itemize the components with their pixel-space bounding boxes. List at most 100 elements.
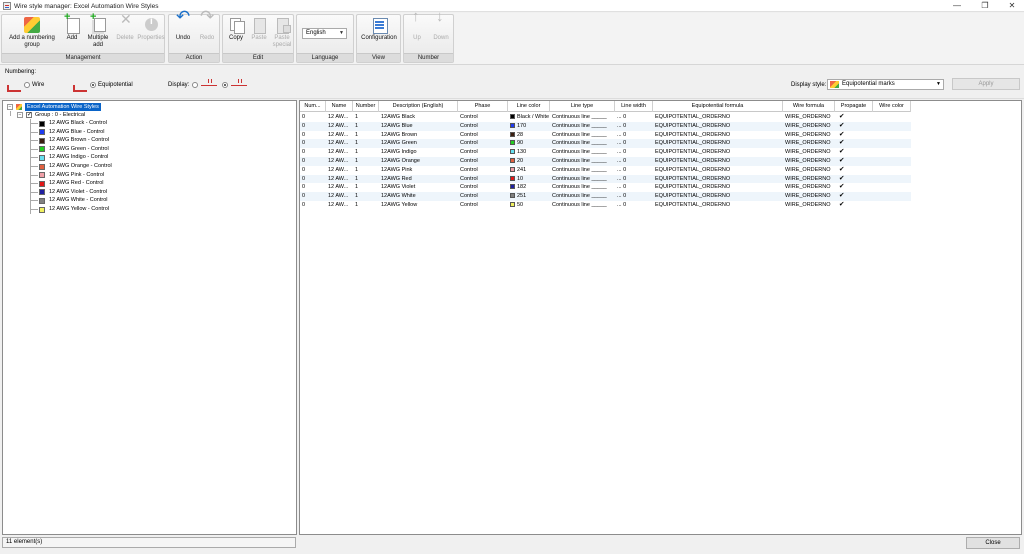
tree-item-label[interactable]: 12 AWG Orange - Control — [49, 162, 112, 170]
table-row[interactable]: 0 12 AW... 1 12AWG Indigo Control 130 Continuo… — [300, 148, 911, 157]
propagate-checkbox[interactable]: ✔ — [837, 192, 844, 199]
multiple-add-button[interactable]: Multiple add — [84, 14, 112, 48]
tree-item-label[interactable]: 12 AWG Violet - Control — [49, 188, 107, 196]
minimize-button[interactable]: — — [944, 0, 970, 12]
grid-cell: Control — [460, 166, 478, 173]
up-button[interactable]: Up — [407, 14, 427, 42]
table-row[interactable]: 0 12 AW... 1 12AWG White Control 251 Continuou… — [300, 192, 911, 201]
propagate-checkbox[interactable]: ✔ — [837, 122, 844, 129]
propagate-checkbox[interactable]: ✔ — [837, 201, 844, 208]
tree-root-label[interactable]: Excel Automation Wire Styles — [25, 103, 101, 111]
tree-group-label[interactable]: Group : 0 - Electrical — [35, 111, 85, 119]
grid-cell: Control — [460, 193, 478, 200]
wire-color-swatch — [39, 154, 45, 161]
equipotential-radio[interactable] — [90, 82, 96, 88]
grid-header-cell[interactable]: Wire formula — [783, 101, 835, 112]
configuration-button[interactable]: Configuration — [358, 17, 400, 42]
propagate-checkbox[interactable]: ✔ — [837, 157, 844, 164]
restore-button[interactable]: ❐ — [972, 0, 998, 12]
table-row[interactable]: 0 12 AW... 1 12AWG Yellow Control 50 Continuou… — [300, 201, 911, 210]
line-color-swatch — [510, 149, 515, 155]
grid-header-cell[interactable]: Num... — [300, 101, 326, 112]
grid-header-cell[interactable]: Phase — [458, 101, 508, 112]
add-button[interactable]: Add — [61, 14, 83, 42]
tree-item-label[interactable]: 12 AWG Green - Control — [49, 145, 109, 153]
grid-cell: 241 — [508, 166, 550, 175]
table-row[interactable]: 0 12 AW... 1 12AWG Green Control 90 Continuous… — [300, 139, 911, 149]
grid-header-cell[interactable]: Wire color — [873, 101, 911, 112]
language-group: English ▼ Language — [296, 14, 354, 63]
table-row[interactable]: 0 12 AW... 1 12AWG Black Control Black / Whit… — [300, 113, 911, 122]
grid-header-cell[interactable]: Line type — [550, 101, 615, 112]
grid-cell: 170 — [508, 122, 550, 131]
propagate-checkbox[interactable]: ✔ — [837, 139, 844, 146]
grid-header-cell[interactable]: Propagate — [835, 101, 873, 112]
paste-button[interactable]: Paste — [248, 17, 270, 42]
table-row[interactable]: 0 12 AW... 1 12AWG Orange Control 20 Continuou… — [300, 156, 911, 166]
grid-header-cell[interactable]: Line width — [615, 101, 653, 112]
grid-header-cell[interactable]: Line color — [508, 101, 550, 112]
arrow-up-icon — [409, 14, 425, 33]
properties-button[interactable]: Properties — [137, 17, 165, 42]
copy-button[interactable]: Copy — [225, 17, 247, 42]
grid-header-cell[interactable]: Description (English) — [379, 101, 458, 112]
tree-item-label[interactable]: 12 AWG Blue - Control — [49, 128, 104, 136]
close-button[interactable]: Close — [966, 537, 1020, 549]
close-window-button[interactable]: ✕ — [999, 0, 1024, 12]
grid-cell: 12 AW... — [328, 193, 349, 200]
tree-item-label[interactable]: 12 AWG Pink - Control — [49, 171, 104, 179]
table-row[interactable]: 0 12 AW... 1 12AWG Violet Control 182 Continuo… — [300, 183, 911, 192]
grid-cell — [873, 139, 911, 148]
multiple-add-icon — [90, 14, 106, 33]
wire-numbering-icon — [6, 78, 22, 92]
display-option-2-icon — [231, 79, 247, 88]
grid-cell — [873, 175, 911, 184]
undo-icon — [175, 14, 191, 33]
language-dropdown[interactable]: English ▼ — [302, 28, 347, 39]
propagate-checkbox[interactable]: ✔ — [837, 148, 844, 155]
display-option-2-radio[interactable] — [222, 82, 228, 88]
down-button[interactable]: Down — [430, 14, 452, 42]
table-row[interactable]: 0 12 AW... 1 12AWG Blue Control 170 Continuous… — [300, 121, 911, 131]
line-color-value: 28 — [517, 131, 524, 138]
propagate-checkbox[interactable]: ✔ — [837, 113, 844, 120]
grid-header-cell[interactable]: Equipotential formula — [653, 101, 783, 112]
propagate-checkbox[interactable]: ✔ — [837, 175, 844, 182]
grid-cell: ... 0 — [617, 131, 627, 138]
delete-button[interactable]: Delete — [114, 16, 136, 42]
display-option-1-radio[interactable] — [192, 82, 198, 88]
grid-header-cell[interactable]: Number — [353, 101, 379, 112]
undo-button[interactable]: Undo — [172, 14, 194, 42]
tree-item-label[interactable]: 12 AWG White - Control — [49, 196, 107, 204]
tree-item-label[interactable]: 12 AWG Brown - Control — [49, 136, 109, 144]
grid-cell: Continuous line _____ — [552, 201, 607, 208]
add-numbering-group-button[interactable]: Add a numbering group — [5, 17, 59, 48]
grid-cell — [873, 157, 911, 166]
propagate-checkbox[interactable]: ✔ — [837, 166, 844, 173]
table-row[interactable]: 0 12 AW... 1 12AWG Pink Control 241 Continuous… — [300, 166, 911, 175]
line-color-swatch — [510, 157, 515, 163]
grid-cell: 12 AW... — [328, 140, 349, 147]
propagate-checkbox[interactable]: ✔ — [837, 131, 844, 138]
tree-item-label[interactable]: 12 AWG Indigo - Control — [49, 153, 108, 161]
table-row[interactable]: 0 12 AW... 1 12AWG Brown Control 28 Continuous… — [300, 131, 911, 140]
paste-special-button[interactable]: Paste special — [271, 17, 293, 48]
apply-button[interactable]: Apply — [952, 78, 1020, 90]
table-row[interactable]: 0 12 AW... 1 12AWG Red Control 10 Continuous l… — [300, 174, 911, 184]
wire-radio-label: Wire — [32, 82, 45, 88]
propagate-checkbox[interactable]: ✔ — [837, 183, 844, 190]
tree-item-label[interactable]: 12 AWG Black - Control — [49, 119, 107, 127]
root-collapse-toggle[interactable]: − — [7, 104, 13, 110]
wire-color-swatch — [39, 172, 45, 179]
tree-item-label[interactable]: 12 AWG Red - Control — [49, 179, 104, 187]
tree-item-label[interactable]: 12 AWG Yellow - Control — [49, 205, 109, 213]
group-collapse-toggle[interactable]: − — [17, 112, 23, 118]
grid-cell: ✔ — [835, 201, 873, 210]
grid-cell: 12AWG Yellow — [381, 201, 418, 208]
grid-header-cell[interactable]: Name — [326, 101, 353, 112]
group-checkbox[interactable]: ✓ — [26, 112, 32, 118]
display-style-dropdown[interactable]: Equipotential marks ▼ — [827, 79, 944, 90]
grid-cell: WIRE_ORDERNO — [785, 157, 831, 164]
redo-button[interactable]: Redo — [196, 14, 218, 42]
wire-radio[interactable] — [24, 82, 30, 88]
